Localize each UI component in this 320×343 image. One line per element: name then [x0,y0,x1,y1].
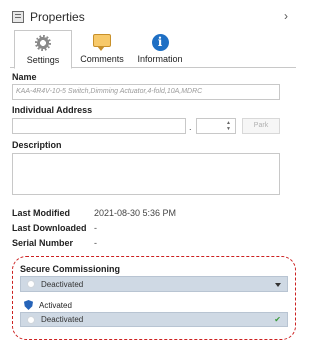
comment-icon-wrap [93,34,111,52]
tab-settings[interactable]: Settings [14,30,72,69]
last-modified-value: 2021-08-30 5:36 PM [94,208,177,218]
secure-commissioning-dropdown[interactable]: Deactivated [20,276,288,292]
name-field[interactable]: KAA-4R4V-10-5 Switch,Dimming Actuator,4-… [12,84,280,100]
dropdown-selected-value: Deactivated [41,279,84,289]
option-deactivated-label: Deactivated [41,315,84,324]
tab-settings-label: Settings [26,55,60,65]
panel-title: Properties [30,10,85,24]
chevron-down-icon[interactable] [275,283,281,287]
info-icon-wrap: i [151,34,169,52]
option-deactivated[interactable]: Deactivated ✔ [20,312,288,327]
gear-icon [35,35,51,51]
properties-titlebar: Properties › [10,6,296,28]
tab-bar: Settings Comments i Information [10,30,296,69]
tab-comments[interactable]: Comments [76,30,128,68]
tab-comments-label: Comments [80,54,124,64]
radio-icon [27,315,35,324]
last-downloaded-value: - [94,223,97,233]
serial-number-label: Serial Number [12,238,74,248]
chevron-right-icon[interactable]: › [284,9,288,23]
description-label: Description [12,140,62,150]
secure-commissioning-label: Secure Commissioning [20,264,121,274]
radio-icon [27,280,35,288]
tab-information[interactable]: i Information [132,30,188,68]
gear-icon-wrap [34,35,52,53]
address-area-field[interactable] [12,118,186,134]
serial-number-value: - [94,238,97,248]
option-activated-label: Activated [39,300,72,310]
info-icon: i [151,34,169,51]
comment-icon [93,34,111,51]
individual-address-label: Individual Address [12,105,93,115]
park-button[interactable]: Park [242,118,280,134]
properties-panel: Properties › Settings Comments i Informa… [10,6,296,340]
last-modified-label: Last Modified [12,208,70,218]
option-activated[interactable]: Activated [20,299,288,311]
spinner-arrows-icon[interactable]: ▲ ▼ [226,120,231,132]
check-icon: ✔ [274,315,281,324]
address-device-field[interactable]: ▲ ▼ [196,118,236,134]
properties-icon [12,11,24,23]
shield-icon [24,300,33,310]
tab-information-label: Information [137,54,183,64]
description-field[interactable] [12,153,280,195]
name-label: Name [12,72,37,82]
address-separator: . [189,122,192,132]
last-downloaded-label: Last Downloaded [12,223,87,233]
